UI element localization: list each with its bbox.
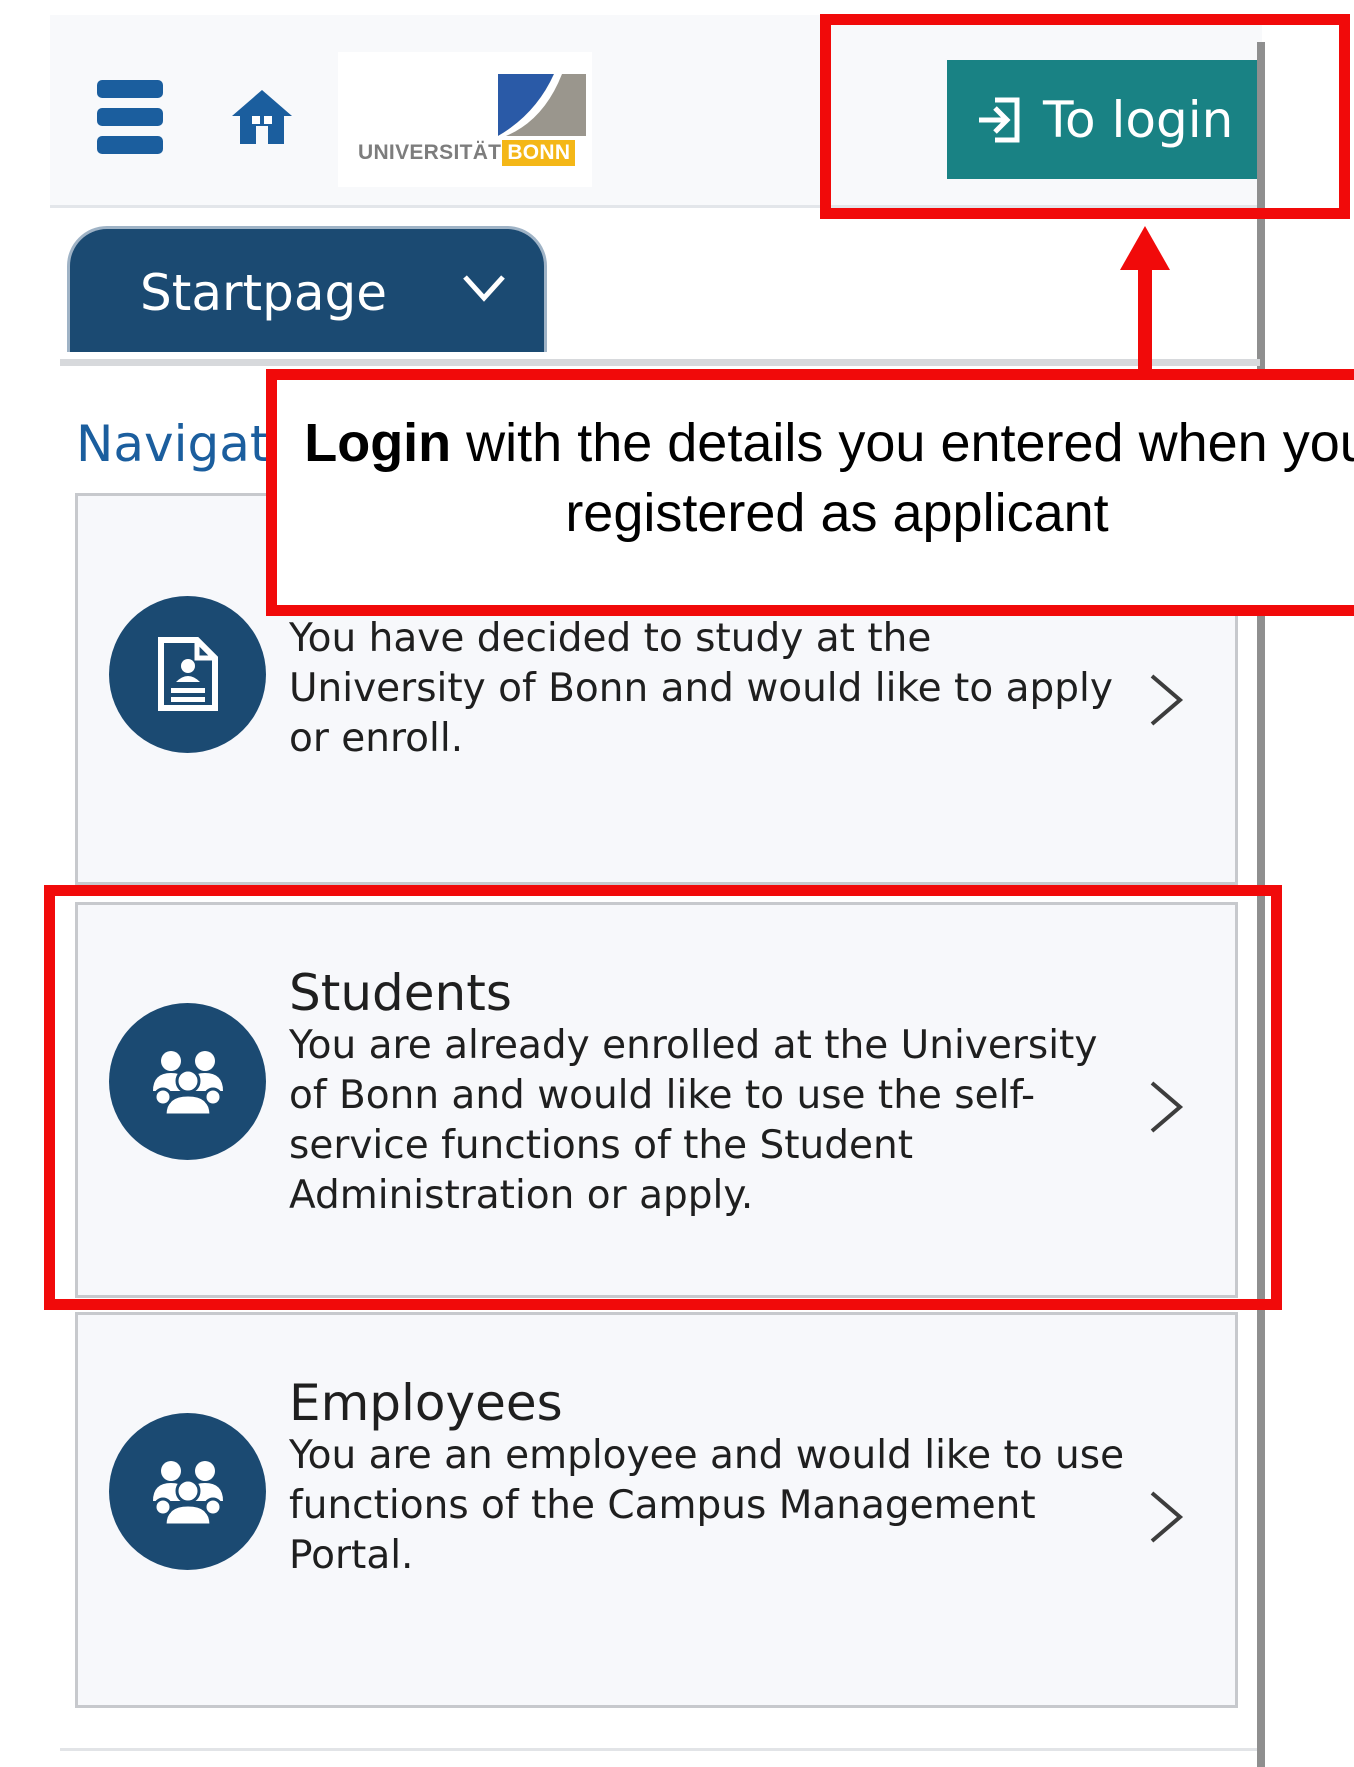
tab-startpage[interactable]: Startpage <box>67 226 547 352</box>
card-icon-badge <box>109 1413 266 1570</box>
card-applicants-desc-line-1: You have decided to study at the <box>289 616 932 661</box>
card-applicants-text: You have decided to study at the Univers… <box>289 614 1129 764</box>
group-icon <box>153 1461 223 1527</box>
logo-text-accent: BONN <box>502 140 576 166</box>
university-logo[interactable]: UNIVERSITÄT BONN <box>338 52 592 187</box>
annotation-callout: Login with the details you entered when … <box>266 369 1354 616</box>
chevron-down-icon <box>463 275 505 302</box>
hamburger-menu-icon[interactable] <box>97 80 163 154</box>
card-employees[interactable]: Employees You are an employee and would … <box>75 1312 1238 1708</box>
card-employees-desc-line-1: You are an employee and would like to us… <box>289 1433 1125 1478</box>
card-applicants-desc-line-2: University of Bonn and would like to app… <box>289 666 1113 711</box>
card-applicants-desc-line-3: or enroll. <box>289 716 464 761</box>
chevron-right-icon <box>1150 1491 1184 1543</box>
annotation-callout-text: Login with the details you entered when … <box>277 408 1354 548</box>
annotation-arrow-shaft <box>1138 258 1152 378</box>
annotation-line-2: registered as applicant <box>565 483 1109 543</box>
navigation-heading: Navigati <box>76 415 284 473</box>
card-employees-text: Employees You are an employee and would … <box>289 1375 1129 1581</box>
annotation-highlight-students <box>44 885 1282 1310</box>
logo-wordmark: UNIVERSITÄT BONN <box>358 140 576 166</box>
annotation-bold-word: Login <box>304 413 452 473</box>
annotation-highlight-login <box>820 14 1350 219</box>
chevron-right-icon <box>1150 674 1184 726</box>
logo-graphic <box>498 74 586 136</box>
card-employees-desc-line-3: Portal. <box>289 1533 414 1578</box>
document-icon <box>158 637 218 711</box>
tab-startpage-label: Startpage <box>140 264 388 322</box>
logo-text-main: UNIVERSITÄT <box>358 141 502 164</box>
annotation-line-1-rest: with the details you entered when you <box>451 413 1354 473</box>
card-employees-desc-line-2: functions of the Campus Management <box>289 1483 1036 1528</box>
tab-underline <box>60 359 1260 366</box>
home-icon[interactable] <box>230 86 294 148</box>
card-employees-title: Employees <box>289 1374 563 1432</box>
content-bottom-rule <box>60 1748 1257 1751</box>
card-icon-badge <box>109 596 266 753</box>
